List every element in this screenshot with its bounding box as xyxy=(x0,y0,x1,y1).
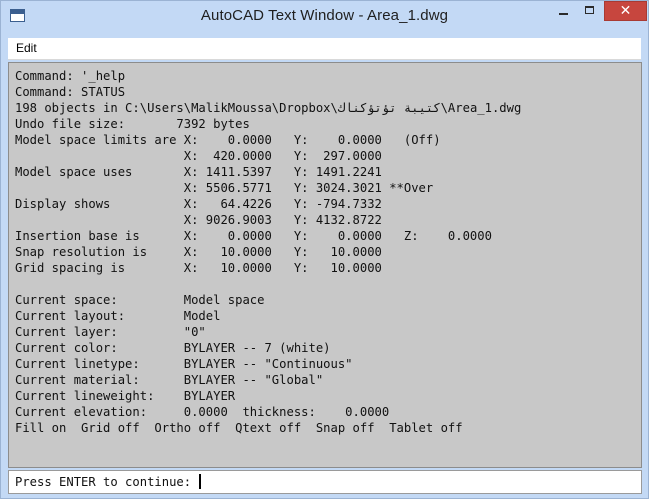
history-line: 198 objects in C:\Users\MalikMoussa\Drop… xyxy=(15,101,522,115)
history-line: Snap resolution is X: 10.0000 Y: 10.0000 xyxy=(15,245,382,259)
history-line: Current layout: Model xyxy=(15,309,221,323)
history-line: Model space uses X: 1411.5397 Y: 1491.22… xyxy=(15,165,382,179)
title-bar[interactable]: AutoCAD Text Window - Area_1.dwg ✕ xyxy=(1,1,648,31)
close-icon: ✕ xyxy=(619,3,632,19)
history-line: Model space limits are X: 0.0000 Y: 0.00… xyxy=(15,133,441,147)
command-prompt-label: Press ENTER to continue: xyxy=(15,475,199,489)
history-line: X: 420.0000 Y: 297.0000 xyxy=(15,149,382,163)
maximize-button[interactable] xyxy=(577,1,603,21)
history-line: Insertion base is X: 0.0000 Y: 0.0000 Z:… xyxy=(15,229,492,243)
history-line: Command: STATUS xyxy=(15,85,126,99)
autocad-text-window: AutoCAD Text Window - Area_1.dwg ✕ Edit … xyxy=(0,0,649,499)
history-line xyxy=(15,276,521,292)
history-line: Current linetype: BYLAYER -- "Continuous… xyxy=(15,357,353,371)
command-prompt: Press ENTER to continue: xyxy=(15,471,202,493)
history-line: Display shows X: 64.4226 Y: -794.7332 xyxy=(15,197,382,211)
history-line: Undo file size: 7392 bytes xyxy=(15,117,250,131)
history-line: Current lineweight: BYLAYER xyxy=(15,389,236,403)
history-line: Current material: BYLAYER -- "Global" xyxy=(15,373,324,387)
menu-bar: Edit xyxy=(8,38,641,60)
history-line: Current layer: "0" xyxy=(15,325,206,339)
history-line: X: 5506.5771 Y: 3024.3021 **Over xyxy=(15,181,434,195)
history-line: Current space: Model space xyxy=(15,293,265,307)
history-line: X: 9026.9003 Y: 4132.8722 xyxy=(15,213,382,227)
command-line[interactable]: Press ENTER to continue: xyxy=(8,470,642,494)
minimize-button[interactable] xyxy=(550,1,576,21)
text-cursor xyxy=(199,474,202,489)
history-line: Current elevation: 0.0000 thickness: 0.0… xyxy=(15,405,390,419)
history-line: Grid spacing is X: 10.0000 Y: 10.0000 xyxy=(15,261,382,275)
history-line: Fill on Grid off Ortho off Qtext off Sna… xyxy=(15,421,463,435)
history-line: Command: '_help xyxy=(15,69,126,83)
menu-edit[interactable]: Edit xyxy=(16,38,37,59)
command-history-lines: Command: '_help Command: STATUS 198 obje… xyxy=(15,68,521,436)
history-line: Current color: BYLAYER -- 7 (white) xyxy=(15,341,331,355)
close-button[interactable]: ✕ xyxy=(604,1,647,21)
command-history[interactable]: Command: '_help Command: STATUS 198 obje… xyxy=(8,62,642,468)
